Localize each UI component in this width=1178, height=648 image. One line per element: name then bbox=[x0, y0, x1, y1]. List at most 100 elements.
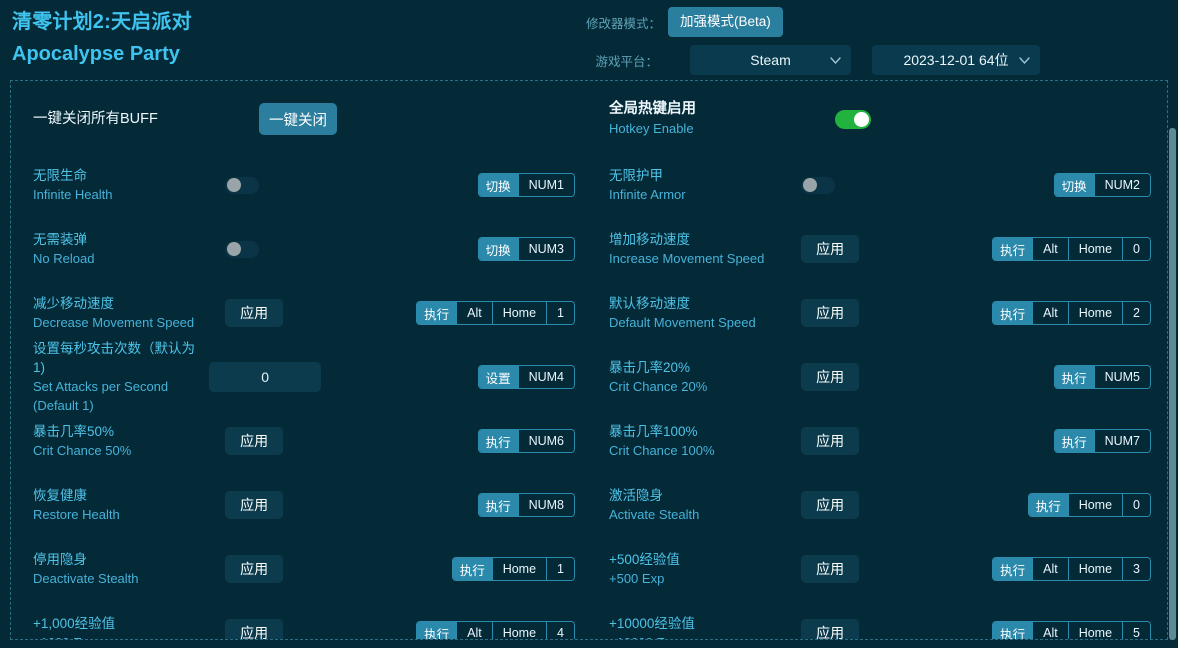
cheat-row: 恢复健康 Restore Health 应用 执行 NUM8 bbox=[19, 477, 593, 533]
hotkey-key[interactable]: Home bbox=[1067, 622, 1123, 639]
cheat-label-cn: 默认移动速度 bbox=[609, 296, 690, 311]
hotkey-key[interactable]: NUM4 bbox=[517, 366, 574, 388]
hotkey-key[interactable]: NUM6 bbox=[517, 430, 574, 452]
hotkey-area: 执行 Alt Home 3 bbox=[971, 557, 1167, 581]
hotkey-badge[interactable]: 执行 Alt Home 4 bbox=[416, 621, 575, 639]
hotkey-action-label: 设置 bbox=[478, 366, 518, 388]
hotkey-badge[interactable]: 设置 NUM4 bbox=[477, 365, 575, 389]
apply-button[interactable]: 应用 bbox=[225, 299, 284, 327]
apply-button[interactable]: 应用 bbox=[801, 363, 860, 391]
cheat-label: 一键关闭所有BUFF bbox=[19, 110, 197, 129]
hotkey-key[interactable]: Home bbox=[1067, 238, 1123, 260]
hotkey-key[interactable]: Alt bbox=[456, 302, 492, 324]
cheat-label-en: Infinite Health bbox=[33, 187, 113, 202]
apply-button[interactable]: 应用 bbox=[801, 619, 860, 639]
hotkey-key[interactable]: 0 bbox=[1122, 494, 1150, 516]
cheat-label-en: Restore Health bbox=[33, 507, 120, 522]
hotkey-key[interactable]: Alt bbox=[1032, 238, 1068, 260]
hotkey-key[interactable]: Home bbox=[1067, 494, 1123, 516]
toggle-switch-off[interactable] bbox=[225, 176, 260, 194]
cheat-row: +1,000经验值 +1000 Exp 应用 执行AltHome4 bbox=[19, 605, 593, 639]
hotkey-key[interactable]: 1 bbox=[546, 302, 574, 324]
hotkey-key[interactable]: 1 bbox=[546, 558, 574, 580]
hotkey-key[interactable]: Alt bbox=[1032, 302, 1068, 324]
version-select[interactable]: 2023-12-01 64位 bbox=[872, 45, 1040, 75]
cheat-label: 暴击几率20% Crit Chance 20% bbox=[595, 358, 773, 396]
cheat-label-en: Set Attacks per Second (Default 1) bbox=[33, 379, 169, 413]
hotkey-key[interactable]: NUM8 bbox=[517, 494, 574, 516]
apply-button[interactable]: 应用 bbox=[225, 555, 284, 583]
hotkey-key[interactable]: 5 bbox=[1122, 622, 1150, 639]
cheat-label-cn: 暴击几率50% bbox=[33, 424, 115, 439]
apply-button[interactable]: 应用 bbox=[801, 555, 860, 583]
hotkey-key[interactable]: Alt bbox=[1032, 622, 1068, 639]
apply-button[interactable]: 应用 bbox=[801, 235, 860, 263]
hotkey-badge[interactable]: 执行 Alt Home 3 bbox=[992, 557, 1151, 581]
cheat-control: 应用 bbox=[773, 619, 971, 639]
title-block: 清零计划2:天启派对 Apocalypse Party bbox=[12, 8, 192, 68]
hotkey-area: 设置 NUM4 bbox=[395, 365, 593, 389]
hotkey-badge[interactable]: 切换 NUM2 bbox=[1053, 173, 1151, 197]
cheat-label: 恢复健康 Restore Health bbox=[19, 486, 197, 524]
cheat-label-en: Activate Stealth bbox=[609, 507, 700, 522]
apply-button[interactable]: 应用 bbox=[225, 427, 284, 455]
hotkey-key[interactable]: NUM7 bbox=[1093, 430, 1150, 452]
hotkey-area: 切换 NUM3 bbox=[395, 237, 593, 261]
hotkey-key[interactable]: Alt bbox=[456, 622, 492, 639]
hotkey-badge[interactable]: 执行 Home 0 bbox=[1027, 493, 1151, 517]
header-controls: 修改器模式： 加强模式(Beta) 游戏平台： Steam 2023-12-01… bbox=[586, 6, 1040, 82]
hotkey-area: 执行 Alt Home 1 bbox=[395, 301, 593, 325]
hotkey-key[interactable]: Home bbox=[1067, 302, 1123, 324]
value-input[interactable] bbox=[209, 362, 322, 392]
cheat-control bbox=[197, 240, 395, 258]
hotkey-key[interactable]: NUM2 bbox=[1093, 174, 1150, 196]
hotkey-badge[interactable]: 执行 NUM8 bbox=[477, 493, 575, 517]
hotkey-badge[interactable]: 执行 Alt Home 2 bbox=[992, 301, 1151, 325]
cheat-control: 应用 bbox=[773, 491, 971, 519]
platform-select[interactable]: Steam bbox=[690, 45, 851, 75]
vertical-scrollbar[interactable] bbox=[1169, 128, 1176, 640]
cheat-control: 应用 bbox=[197, 619, 395, 639]
hotkey-key[interactable]: NUM5 bbox=[1093, 366, 1150, 388]
close-all-buffs-button[interactable]: 一键关闭 bbox=[258, 103, 337, 135]
hotkey-key[interactable]: Home bbox=[491, 302, 547, 324]
hotkey-badge[interactable]: 执行 NUM7 bbox=[1053, 429, 1151, 453]
toggle-switch-on[interactable] bbox=[834, 109, 871, 129]
hotkey-key[interactable]: Home bbox=[491, 622, 547, 639]
hotkey-key[interactable]: Alt bbox=[1032, 558, 1068, 580]
hotkey-key[interactable]: 0 bbox=[1122, 238, 1150, 260]
apply-button[interactable]: 应用 bbox=[801, 491, 860, 519]
hotkey-key[interactable]: 3 bbox=[1122, 558, 1150, 580]
trainer-mode-button[interactable]: 加强模式(Beta) bbox=[668, 7, 783, 37]
toggle-switch-off[interactable] bbox=[801, 176, 836, 194]
cheat-row: 暴击几率20% Crit Chance 20% 应用 执行 NUM5 bbox=[595, 349, 1167, 405]
hotkey-badge[interactable]: 执行 Alt Home 1 bbox=[416, 301, 575, 325]
hotkey-badge[interactable]: 执行 NUM6 bbox=[477, 429, 575, 453]
cheat-label: 停用隐身 Deactivate Stealth bbox=[19, 550, 197, 588]
hotkey-badge[interactable]: 执行 Home 1 bbox=[451, 557, 575, 581]
hotkey-key[interactable]: 4 bbox=[546, 622, 574, 639]
hotkey-key[interactable]: 2 bbox=[1122, 302, 1150, 324]
cheat-label-cn: 增加移动速度 bbox=[609, 232, 690, 247]
hotkey-badge[interactable]: 执行 Alt Home 0 bbox=[992, 237, 1151, 261]
toggle-switch-off[interactable] bbox=[225, 240, 260, 258]
apply-button[interactable]: 应用 bbox=[801, 427, 860, 455]
cheat-row: 无限护甲 Infinite Armor 切换 NUM2 bbox=[595, 157, 1167, 213]
apply-button[interactable]: 应用 bbox=[801, 299, 860, 327]
hotkey-badge[interactable]: 切换 NUM3 bbox=[477, 237, 575, 261]
platform-select-value: Steam bbox=[750, 52, 791, 68]
apply-button[interactable]: 应用 bbox=[225, 619, 284, 639]
cheat-label: 设置每秒攻击次数（默认为1) Set Attacks per Second (De… bbox=[19, 339, 197, 415]
apply-button[interactable]: 应用 bbox=[225, 491, 284, 519]
hotkey-key[interactable]: Home bbox=[491, 558, 547, 580]
hotkey-key[interactable]: Home bbox=[1067, 558, 1123, 580]
hotkey-key[interactable]: NUM3 bbox=[517, 238, 574, 260]
cheat-row: 增加移动速度 Increase Movement Speed 应用 执行 Alt Home… bbox=[595, 221, 1167, 277]
cheat-control: 应用 bbox=[197, 491, 395, 519]
hotkey-badge[interactable]: 切换 NUM1 bbox=[477, 173, 575, 197]
hotkey-badge[interactable]: 执行 Alt Home 5 bbox=[992, 621, 1151, 639]
hotkey-key[interactable]: NUM1 bbox=[517, 174, 574, 196]
hotkey-action-label: 执行 bbox=[1028, 494, 1068, 516]
cheat-label-en: Hotkey Enable bbox=[609, 121, 694, 136]
hotkey-badge[interactable]: 执行 NUM5 bbox=[1053, 365, 1151, 389]
